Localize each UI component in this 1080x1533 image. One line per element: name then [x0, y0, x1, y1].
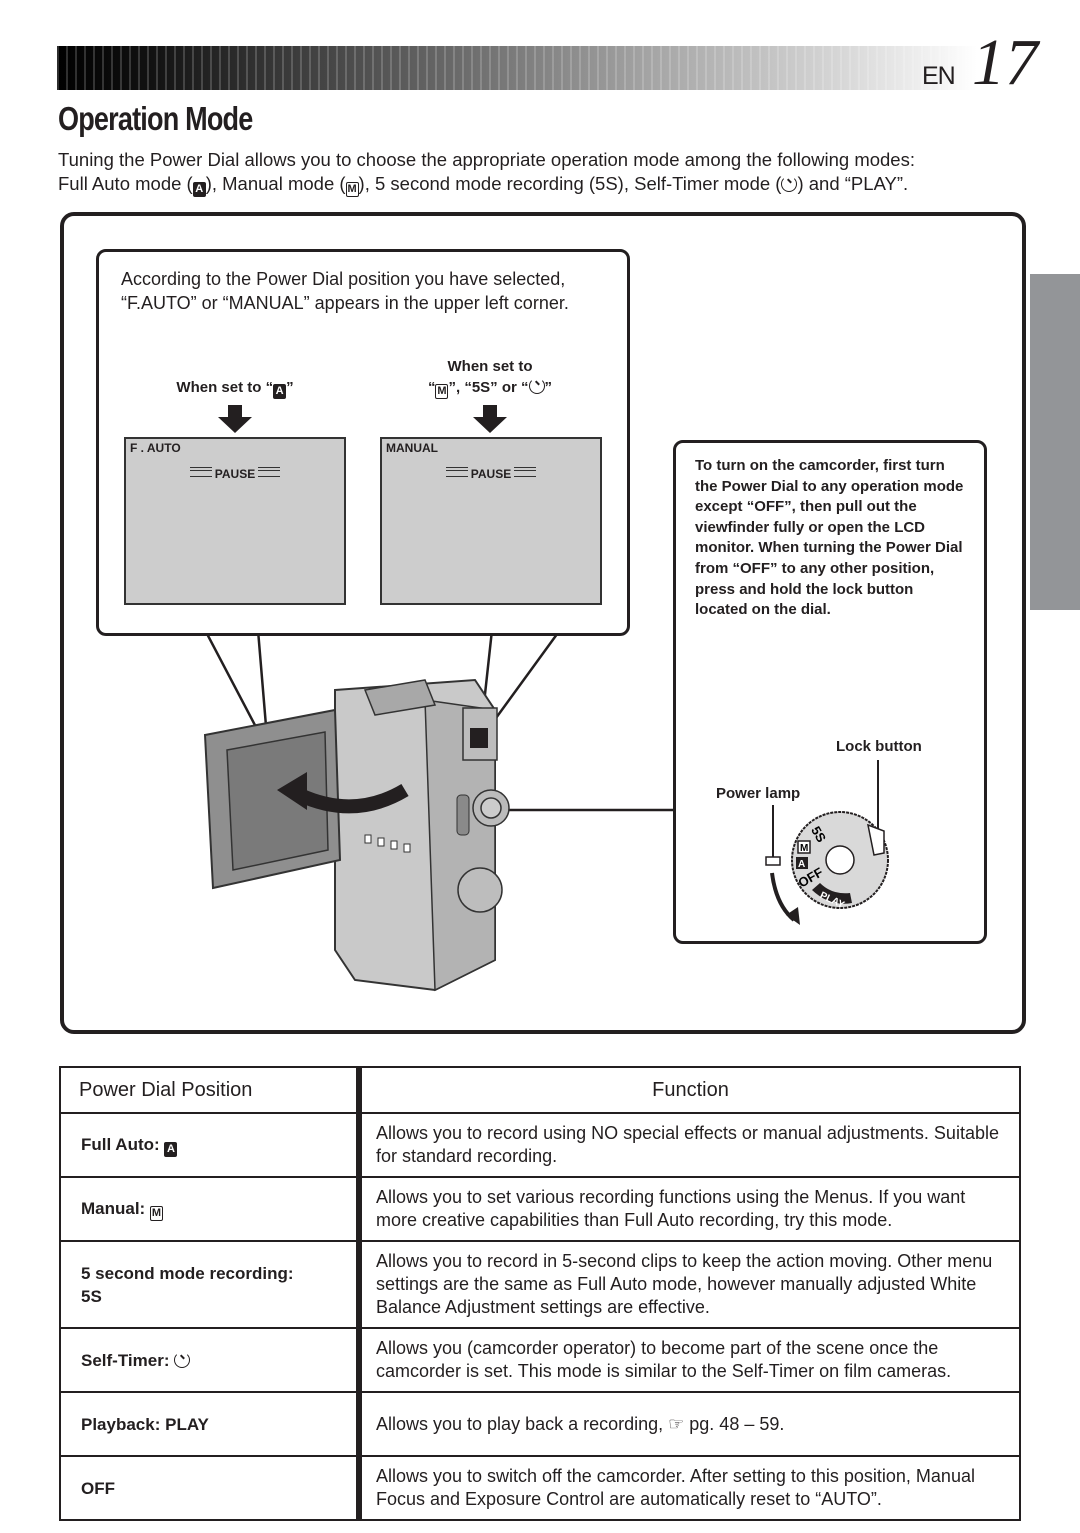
auto-mode-icon: A [164, 1142, 178, 1157]
screen-manual-preview: MANUAL PAUSE [380, 437, 602, 605]
label-text: “ [427, 379, 436, 396]
position-cell: Playback: PLAY [60, 1391, 362, 1457]
screen-status: PAUSE [382, 467, 600, 481]
label-text: ”, “5S” or “ [448, 379, 529, 396]
position-cell: OFF [60, 1455, 362, 1521]
position-cell: Self-Timer: [60, 1327, 362, 1393]
function-cell: Allows you to record using NO special ef… [359, 1112, 1020, 1178]
arrow-down-icon [473, 405, 507, 433]
function-cell: Allows you to record in 5-second clips t… [359, 1240, 1020, 1329]
pause-label: PAUSE [214, 467, 256, 481]
position-label: Full Auto: [81, 1135, 160, 1154]
label-text: When set to “ [176, 379, 274, 396]
screen-mode-label: F . AUTO [130, 441, 181, 455]
function-cell: Allows you to switch off the camcorder. … [359, 1455, 1020, 1521]
function-cell: Allows you (camcorder operator) to becom… [359, 1327, 1020, 1393]
self-timer-icon [174, 1351, 191, 1368]
table-row: Manual: M Allows you to set various reco… [60, 1176, 1020, 1242]
screen-status: PAUSE [126, 467, 344, 481]
column-header-function: Function [359, 1066, 1020, 1114]
when-set-auto-label: When set to “A” [140, 377, 330, 399]
auto-mode-icon: A [273, 384, 287, 399]
column-header-position: Power Dial Position [60, 1066, 362, 1114]
label-text: ” [286, 379, 294, 396]
dial-label: A [798, 859, 805, 870]
position-label: Self-Timer: [81, 1350, 170, 1370]
position-cell: 5 second mode recording: 5S [60, 1240, 362, 1329]
table-row: Playback: PLAY Allows you to play back a… [60, 1391, 1020, 1457]
table-row: Full Auto: A Allows you to record using … [60, 1112, 1020, 1178]
table-row: Self-Timer: Allows you (camcorder operat… [60, 1327, 1020, 1393]
callout-power-on-text: To turn on the camcorder, first turn the… [695, 457, 964, 619]
dial-label: M [800, 843, 808, 854]
arrow-down-icon [218, 405, 252, 433]
camcorder-illustration [203, 678, 510, 992]
position-cell: Full Auto: A [60, 1112, 362, 1178]
power-dial-illustration: 5S M A OFF PLAY [765, 760, 889, 925]
power-dial-table: Power Dial Position Function Full Auto: … [59, 1066, 1021, 1521]
label-text: ” [544, 379, 553, 396]
label-text: When set to [447, 358, 533, 375]
manual-mode-icon: M [435, 384, 449, 399]
pause-label: PAUSE [470, 467, 512, 481]
function-cell: Allows you to set various recording func… [359, 1176, 1020, 1242]
screen-mode-label: MANUAL [386, 441, 438, 455]
table-row: OFF Allows you to switch off the camcord… [60, 1455, 1020, 1521]
self-timer-icon [528, 378, 545, 394]
screen-auto-preview: F . AUTO PAUSE [124, 437, 346, 605]
when-set-manual-label: When set to “M”, “5S” or “ ” [390, 356, 590, 399]
callout-display-text: According to the Power Dial position you… [121, 269, 569, 313]
lock-button-label: Lock button [836, 738, 922, 755]
table-header-row: Power Dial Position Function [60, 1066, 1020, 1114]
power-lamp-icon [765, 856, 781, 866]
position-cell: Manual: M [60, 1176, 362, 1242]
table-row: 5 second mode recording: 5S Allows you t… [60, 1240, 1020, 1329]
function-cell: Allows you to play back a recording, ☞ p… [359, 1391, 1020, 1457]
manual-mode-icon: M [149, 1206, 163, 1221]
position-label: Manual: [81, 1199, 146, 1218]
